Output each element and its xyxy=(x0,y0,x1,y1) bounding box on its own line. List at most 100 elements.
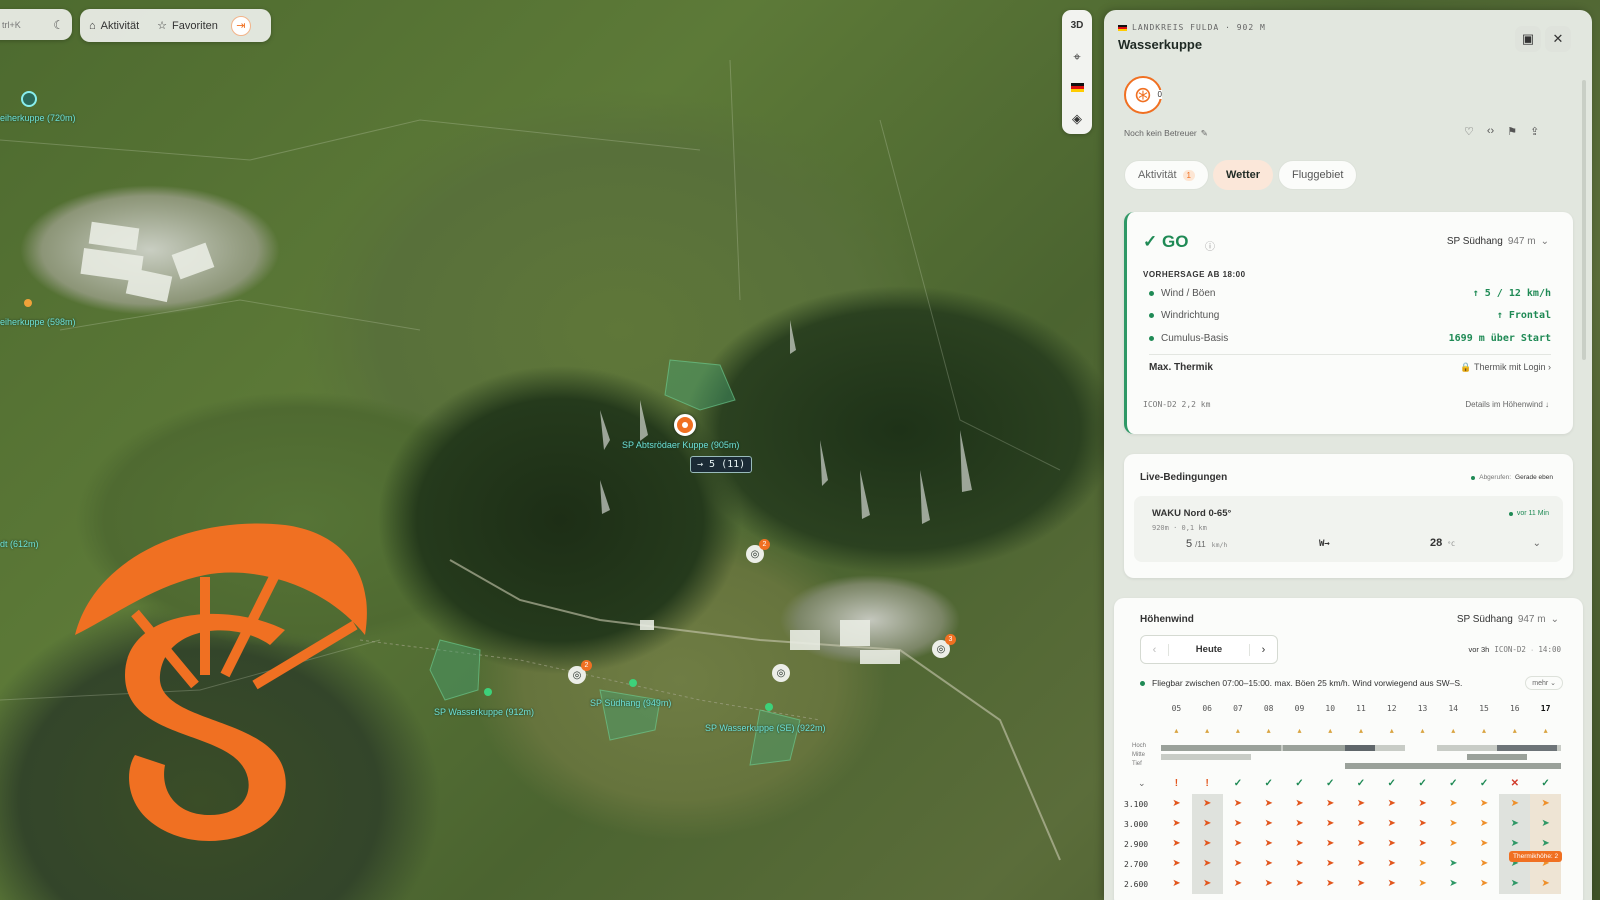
hoehenwind-site-selector[interactable]: SP Südhang 947 m ⌄ xyxy=(1457,614,1559,625)
login-button[interactable]: ⇥ xyxy=(230,15,251,36)
pin-label[interactable]: dt (612m) xyxy=(0,539,39,549)
go-card: ✓ GO ⓘ SP Südhang 947 m ⌄ VORHERSAGE AB … xyxy=(1124,212,1573,434)
chevron-down-icon[interactable]: ⌄ xyxy=(1533,538,1541,549)
go-site-selector[interactable]: SP Südhang 947 m ⌄ xyxy=(1447,236,1549,247)
hour-label: 13 xyxy=(1417,704,1428,713)
wind-arrow-icon: ➤ xyxy=(1387,878,1396,889)
wind-arrow-icon: ➤ xyxy=(1295,818,1304,829)
selected-site-pin[interactable] xyxy=(674,414,696,436)
wind-arrow-icon: ➤ xyxy=(1449,878,1458,889)
collapse-toggle[interactable]: ⌄ xyxy=(1138,778,1146,789)
wind-arrow-icon: ➤ xyxy=(1387,838,1396,849)
caretaker-line[interactable]: Noch kein Betreuer ✎ xyxy=(1124,128,1208,139)
wind-arrow-icon: ➤ xyxy=(1264,818,1273,829)
3d-toggle-button[interactable]: 3D xyxy=(1062,10,1092,41)
heart-icon[interactable]: ♡ xyxy=(1464,125,1474,138)
sun-cloud-icon: ▴ xyxy=(1235,726,1240,735)
photo-marker[interactable]: ◎ 3 xyxy=(932,634,956,658)
layers-icon[interactable]: ◈ xyxy=(1062,103,1092,134)
activity-button[interactable]: ⌂ Aktivität xyxy=(80,20,148,32)
status-cell: ✓ xyxy=(1295,778,1304,789)
panel-scrollbar[interactable] xyxy=(1582,80,1586,360)
moon-icon[interactable]: ☾ xyxy=(53,18,64,32)
pin-label[interactable]: SP Wasserkuppe (912m) xyxy=(434,707,534,717)
prev-day-button[interactable]: ‹ xyxy=(1141,643,1169,656)
star-icon: ☆ xyxy=(157,20,168,32)
wind-arrow-icon: ➤ xyxy=(1233,858,1243,869)
wind-arrow-icon: ➤ xyxy=(1172,818,1181,829)
wind-readout: 5 /11 km/h xyxy=(1186,538,1227,550)
wind-arrow-icon: ➤ xyxy=(1418,818,1427,829)
cloud-labels: Hoch Mitte Tief xyxy=(1132,742,1146,769)
info-icon[interactable]: ⓘ xyxy=(1205,238,1215,253)
wind-arrow-icon: ➤ xyxy=(1449,798,1458,809)
flag-icon[interactable]: ⚑ xyxy=(1507,125,1517,138)
wind-arrow-icon: ➤ xyxy=(1479,838,1489,849)
tab-activity[interactable]: Aktivität 1 xyxy=(1124,160,1209,190)
thermal-row[interactable]: Max. Thermik 🔒 Thermik mit Login › xyxy=(1149,362,1551,373)
more-button[interactable]: mehr ⌄ xyxy=(1525,676,1563,690)
activity-label: Aktivität xyxy=(100,19,140,32)
weather-icon-row: ▴ ▴ ▴ ▴ ▴ ▴ ▴ ▴ ▴ ▴ ▴ ▴ ▴ xyxy=(1161,726,1561,738)
pencil-icon: ✎ xyxy=(1200,128,1208,138)
locate-icon[interactable]: ⌖ xyxy=(1062,41,1092,72)
pin-label[interactable]: SP Abtsrödaer Kuppe (905m) xyxy=(622,440,739,450)
login-icon: ⇥ xyxy=(236,20,246,32)
pin-label[interactable]: eiherkuppe (598m) xyxy=(0,317,76,327)
wind-arrow-icon: ➤ xyxy=(1356,858,1366,869)
panel-actions: ♡ ‹› ⚑ ⇪ xyxy=(1464,125,1539,138)
tab-flying-area[interactable]: Fluggebiet xyxy=(1278,160,1358,190)
tab-weather[interactable]: Wetter xyxy=(1213,160,1274,190)
photo-count: 2 xyxy=(759,539,770,550)
wind-arrow-icon: ➤ xyxy=(1387,818,1396,829)
fetched-value: Gerade eben xyxy=(1515,474,1553,481)
sun-cloud-icon: ▴ xyxy=(1451,726,1456,735)
photo-marker[interactable]: ◎ 2 xyxy=(568,660,592,684)
summary-text: Fliegbar zwischen 07:00–15:00. max. Böen… xyxy=(1152,678,1463,688)
tab-label: Fluggebiet xyxy=(1292,169,1344,181)
wind-arrow-icon: ➤ xyxy=(1418,838,1427,849)
map-controls: 3D ⌖ ◈ xyxy=(1062,10,1092,134)
germany-flag-icon[interactable] xyxy=(1062,72,1092,103)
share-icon[interactable]: ⇪ xyxy=(1530,125,1539,138)
fetched-label: Abgerufen: xyxy=(1479,474,1512,481)
wind-arrow-icon: ➤ xyxy=(1356,838,1366,849)
wind-arrow-icon: ➤ xyxy=(1264,798,1273,809)
status-row: !! ✓ ✓ ✓ ✓ ✓ ✓ ✓ ✓ ✓ ✕ ✓ xyxy=(1161,778,1561,790)
row-value: ↑ Frontal xyxy=(1496,310,1551,321)
search-pill[interactable]: trl+K ☾ xyxy=(0,9,72,40)
station-card[interactable]: WAKU Nord 0-65° 920m · 0,1 km vor 11 Min… xyxy=(1134,496,1563,562)
search-shortcut-hint: trl+K xyxy=(2,19,21,30)
forecast-row: Windrichtung ↑ Frontal xyxy=(1149,310,1551,321)
live-title: Live-Bedingungen xyxy=(1140,472,1228,483)
hoehenwind-card: Höhenwind SP Südhang 947 m ⌄ ‹ Heute › v… xyxy=(1114,598,1583,900)
pin-label[interactable]: eiherkuppe (720m) xyxy=(0,113,76,123)
next-day-button[interactable]: › xyxy=(1249,643,1277,656)
photo-marker[interactable]: ◎ 2 xyxy=(746,539,770,563)
chevron-down-icon: ⌄ xyxy=(1550,614,1559,625)
fetched-info: Abgerufen: Gerade eben xyxy=(1471,474,1553,481)
wind-arrow-icon: ➤ xyxy=(1326,838,1335,849)
close-button[interactable]: ✕ xyxy=(1545,26,1571,52)
details-link[interactable]: Details im Höhenwind ↓ xyxy=(1465,400,1549,409)
go-status: ✓ GO xyxy=(1143,232,1189,251)
sun-cloud-icon: ▴ xyxy=(1174,726,1179,735)
wind-arrow-icon: ➤ xyxy=(1191,834,1223,854)
sun-cloud-icon: ▴ xyxy=(1543,726,1548,735)
altitude-row: 2.600 ➤ ➤ ➤ ➤ ➤ ➤ ➤ ➤ ➤ ➤ ➤ ➤ ➤ xyxy=(1124,874,1564,894)
wind-arrow-icon: ➤ xyxy=(1295,838,1304,849)
wind-arrow-icon: ➤ xyxy=(1172,798,1181,809)
station-meta: 920m · 0,1 km xyxy=(1152,524,1207,532)
wind-arrow-icon: ➤ xyxy=(1264,858,1273,869)
cloud-high-label: Hoch xyxy=(1132,743,1147,749)
split-view-button[interactable]: ▣ xyxy=(1515,26,1541,52)
sun-cloud-icon: ▴ xyxy=(1266,726,1271,735)
hour-header: 05 06 07 08 09 10 11 12 13 14 15 16 17 xyxy=(1161,704,1561,718)
wind-arrow-icon: ➤ xyxy=(1172,878,1181,889)
wind-arrow-icon: ➤ xyxy=(1499,794,1531,814)
code-icon[interactable]: ‹› xyxy=(1487,125,1494,138)
favorites-button[interactable]: ☆ Favoriten xyxy=(148,19,227,33)
pin-label[interactable]: SP Wasserkuppe (SE) (922m) xyxy=(705,723,826,733)
photo-marker[interactable]: ◎ xyxy=(772,664,790,682)
pin-label[interactable]: SP Südhang (949m) xyxy=(590,698,671,708)
